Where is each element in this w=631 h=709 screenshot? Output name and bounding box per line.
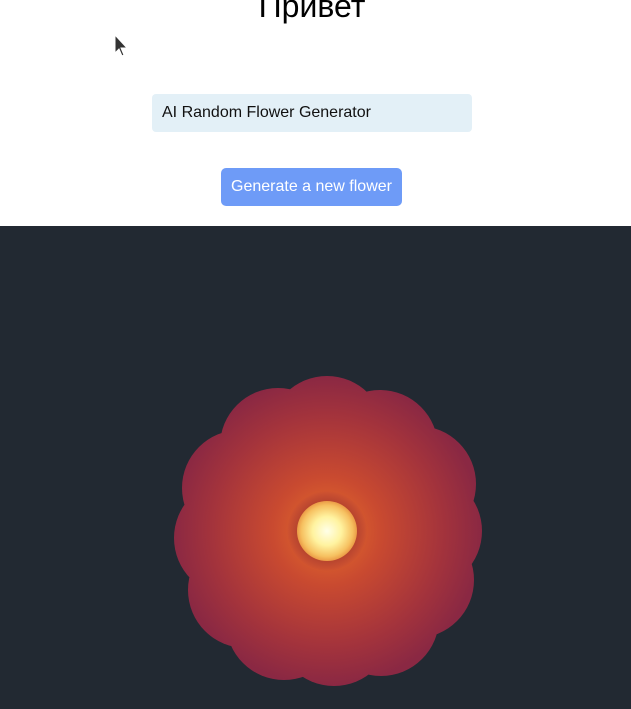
page-title: Привет: [258, 0, 366, 24]
mouse-pointer-icon: [114, 34, 128, 57]
flower-graphic: [174, 376, 482, 686]
flower-center: [297, 501, 357, 561]
app-page: Привет Generate a new flower: [0, 0, 631, 709]
prompt-input[interactable]: [152, 94, 472, 132]
flower-canvas: [0, 226, 631, 709]
generate-flower-button[interactable]: Generate a new flower: [221, 168, 402, 206]
header-area: Привет Generate a new flower: [0, 0, 631, 226]
